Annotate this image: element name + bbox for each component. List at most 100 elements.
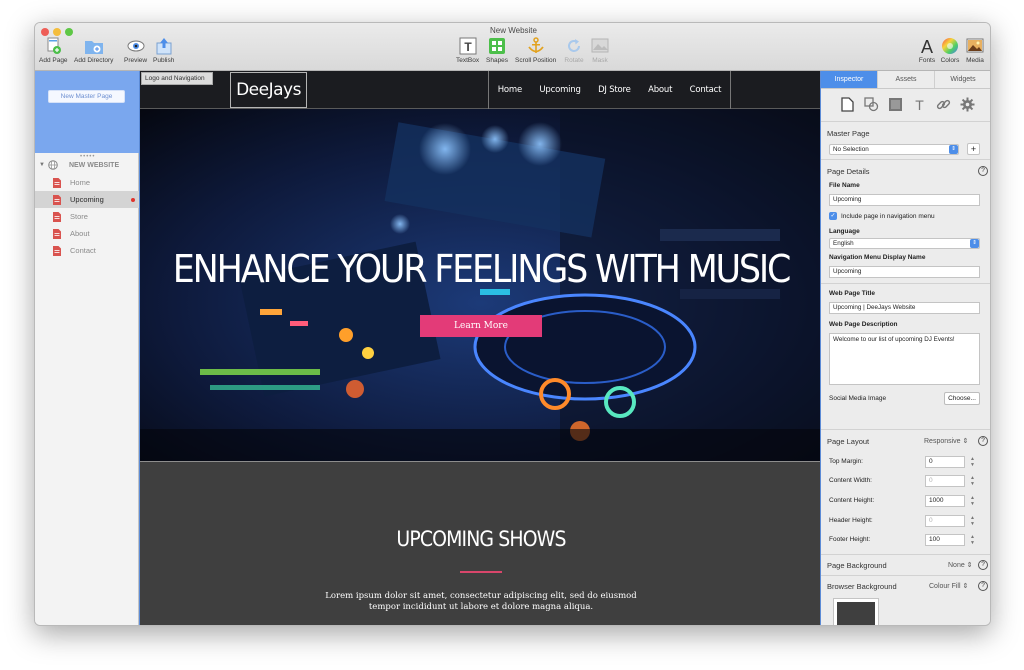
textbox-icon: T bbox=[459, 37, 477, 55]
layout-inspector-icon[interactable] bbox=[888, 97, 903, 112]
browser-background-mode[interactable]: Colour Fill ⇕ bbox=[929, 582, 968, 590]
divider bbox=[821, 554, 990, 555]
add-master-button[interactable]: + bbox=[967, 143, 980, 155]
select-arrows-icon: ⇕ bbox=[949, 145, 958, 154]
content-width-field[interactable]: 0 bbox=[925, 475, 965, 487]
choose-image-button[interactable]: Choose... bbox=[944, 392, 980, 405]
add-page-label: Add Page bbox=[39, 57, 68, 64]
content-width-stepper[interactable]: ▲ ▼ bbox=[969, 475, 976, 487]
shows-description[interactable]: Lorem ipsum dolor sit amet, consectetur … bbox=[311, 591, 651, 613]
footer-height-field[interactable]: 100 bbox=[925, 534, 965, 546]
nav-name-field[interactable]: Upcoming bbox=[829, 266, 980, 278]
browser-background-color-swatch[interactable] bbox=[834, 599, 878, 625]
file-name-label: File Name bbox=[829, 182, 860, 189]
tab-assets[interactable]: Assets bbox=[878, 71, 935, 88]
page-item-upcoming[interactable]: Upcoming bbox=[35, 191, 139, 208]
header-height-stepper[interactable]: ▲ ▼ bbox=[969, 515, 976, 527]
page-item-store[interactable]: Store bbox=[35, 208, 139, 225]
colors-icon bbox=[942, 38, 958, 54]
page-item-label: Contact bbox=[70, 246, 96, 255]
textbox-button[interactable]: T TextBox bbox=[456, 37, 479, 64]
nav-link-dj-store[interactable]: DJ Store bbox=[598, 85, 631, 95]
tab-inspector[interactable]: Inspector bbox=[821, 71, 878, 88]
learn-more-button[interactable]: Learn More bbox=[420, 315, 542, 337]
site-sidebar: New Master Page ••••• ▼ NEW WEBSITE Home… bbox=[35, 71, 139, 625]
language-value: English bbox=[833, 240, 854, 247]
shape-inspector-icon[interactable] bbox=[864, 96, 879, 112]
nav-link-home[interactable]: Home bbox=[498, 85, 523, 95]
divider bbox=[821, 283, 990, 284]
shapes-button[interactable]: Shapes bbox=[486, 37, 508, 64]
help-icon[interactable]: ? bbox=[978, 581, 988, 591]
page-background-title: Page Background bbox=[827, 561, 887, 570]
upcoming-shows-heading[interactable]: UPCOMING SHOWS bbox=[174, 527, 788, 551]
master-page-value: No Selection bbox=[833, 146, 869, 153]
nav-link-about[interactable]: About bbox=[648, 85, 672, 95]
colors-button[interactable]: Colors bbox=[940, 37, 960, 64]
rotate-button[interactable]: Rotate bbox=[564, 37, 584, 64]
anchor-icon bbox=[527, 37, 544, 53]
tab-widgets[interactable]: Widgets bbox=[935, 71, 990, 88]
site-tree-root[interactable]: ▼ NEW WEBSITE bbox=[39, 160, 119, 170]
publish-button[interactable]: Publish bbox=[153, 37, 174, 64]
footer-height-stepper[interactable]: ▲ ▼ bbox=[969, 534, 976, 546]
top-margin-stepper[interactable]: ▲ ▼ bbox=[969, 456, 976, 468]
page-item-home[interactable]: Home bbox=[35, 174, 139, 191]
footer-height-label: Footer Height: bbox=[829, 536, 871, 543]
web-title-field[interactable]: Upcoming | DeeJays Website bbox=[829, 302, 980, 314]
design-canvas[interactable]: Logo and Navigation DeeJays Home Upcomin… bbox=[139, 71, 821, 625]
page-item-about[interactable]: About bbox=[35, 225, 139, 242]
svg-text:A: A bbox=[921, 37, 933, 55]
web-desc-textarea[interactable]: Welcome to our list of upcoming DJ Event… bbox=[829, 333, 980, 385]
inspector-panel: Inspector Assets Widgets T Master Page N… bbox=[821, 71, 990, 625]
disclosure-triangle-icon[interactable]: ▼ bbox=[39, 162, 45, 168]
page-background-mode[interactable]: None ⇕ bbox=[948, 561, 973, 569]
page-file-icon bbox=[53, 177, 61, 188]
header-height-field[interactable]: 0 bbox=[925, 515, 965, 527]
textbox-label: TextBox bbox=[456, 57, 480, 64]
add-directory-label: Add Directory bbox=[74, 57, 114, 64]
master-page-select[interactable]: No Selection ⇕ bbox=[829, 144, 959, 155]
fonts-icon: A bbox=[921, 37, 933, 55]
hero-section[interactable]: ENHANCE YOUR FEELINGS WITH MUSIC Learn M… bbox=[140, 109, 820, 462]
content-height-field[interactable]: 1000 bbox=[925, 495, 965, 507]
web-desc-label: Web Page Description bbox=[829, 321, 898, 328]
master-page-area[interactable]: New Master Page bbox=[35, 71, 139, 153]
page-layout-mode[interactable]: Responsive ⇕ bbox=[924, 437, 968, 445]
page-file-icon bbox=[53, 211, 61, 222]
content-height-stepper[interactable]: ▲ ▼ bbox=[969, 495, 976, 507]
fonts-button[interactable]: A Fonts bbox=[917, 37, 937, 64]
include-nav-checkbox[interactable]: ✓ bbox=[829, 212, 837, 220]
hero-title[interactable]: ENHANCE YOUR FEELINGS WITH MUSIC bbox=[167, 247, 794, 291]
language-select[interactable]: English ⇕ bbox=[829, 238, 980, 249]
add-page-button[interactable]: Add Page bbox=[39, 37, 68, 64]
scroll-position-button[interactable]: Scroll Position bbox=[515, 37, 556, 64]
add-directory-button[interactable]: Add Directory bbox=[74, 37, 113, 64]
header-height-label: Header Height: bbox=[829, 517, 873, 524]
new-master-page-button[interactable]: New Master Page bbox=[48, 90, 125, 103]
social-media-label: Social Media Image bbox=[829, 395, 887, 402]
nav-name-label: Navigation Menu Display Name bbox=[829, 254, 926, 261]
web-title-label: Web Page Title bbox=[829, 290, 875, 297]
divider bbox=[821, 159, 990, 160]
page-inspector-icon[interactable] bbox=[840, 96, 855, 112]
page-file-icon bbox=[53, 245, 61, 256]
text-inspector-icon[interactable]: T bbox=[912, 97, 927, 112]
media-button[interactable]: Media bbox=[965, 37, 985, 64]
page-item-contact[interactable]: Contact bbox=[35, 242, 139, 259]
help-icon[interactable]: ? bbox=[978, 560, 988, 570]
help-icon[interactable]: ? bbox=[978, 436, 988, 446]
help-icon[interactable]: ? bbox=[978, 166, 988, 176]
gear-icon[interactable] bbox=[960, 97, 975, 112]
file-name-field[interactable]: Upcoming bbox=[829, 194, 980, 206]
site-navbar[interactable]: Logo and Navigation DeeJays Home Upcomin… bbox=[140, 71, 820, 109]
link-inspector-icon[interactable] bbox=[936, 97, 951, 112]
nav-link-contact[interactable]: Contact bbox=[690, 85, 722, 95]
globe-icon bbox=[48, 160, 58, 170]
top-margin-field[interactable]: 0 bbox=[925, 456, 965, 468]
mask-button[interactable]: Mask bbox=[590, 37, 610, 64]
site-logo[interactable]: DeeJays bbox=[230, 72, 307, 108]
mask-label: Mask bbox=[592, 57, 608, 64]
nav-link-upcoming[interactable]: Upcoming bbox=[539, 85, 581, 95]
preview-button[interactable]: Preview bbox=[124, 37, 147, 64]
